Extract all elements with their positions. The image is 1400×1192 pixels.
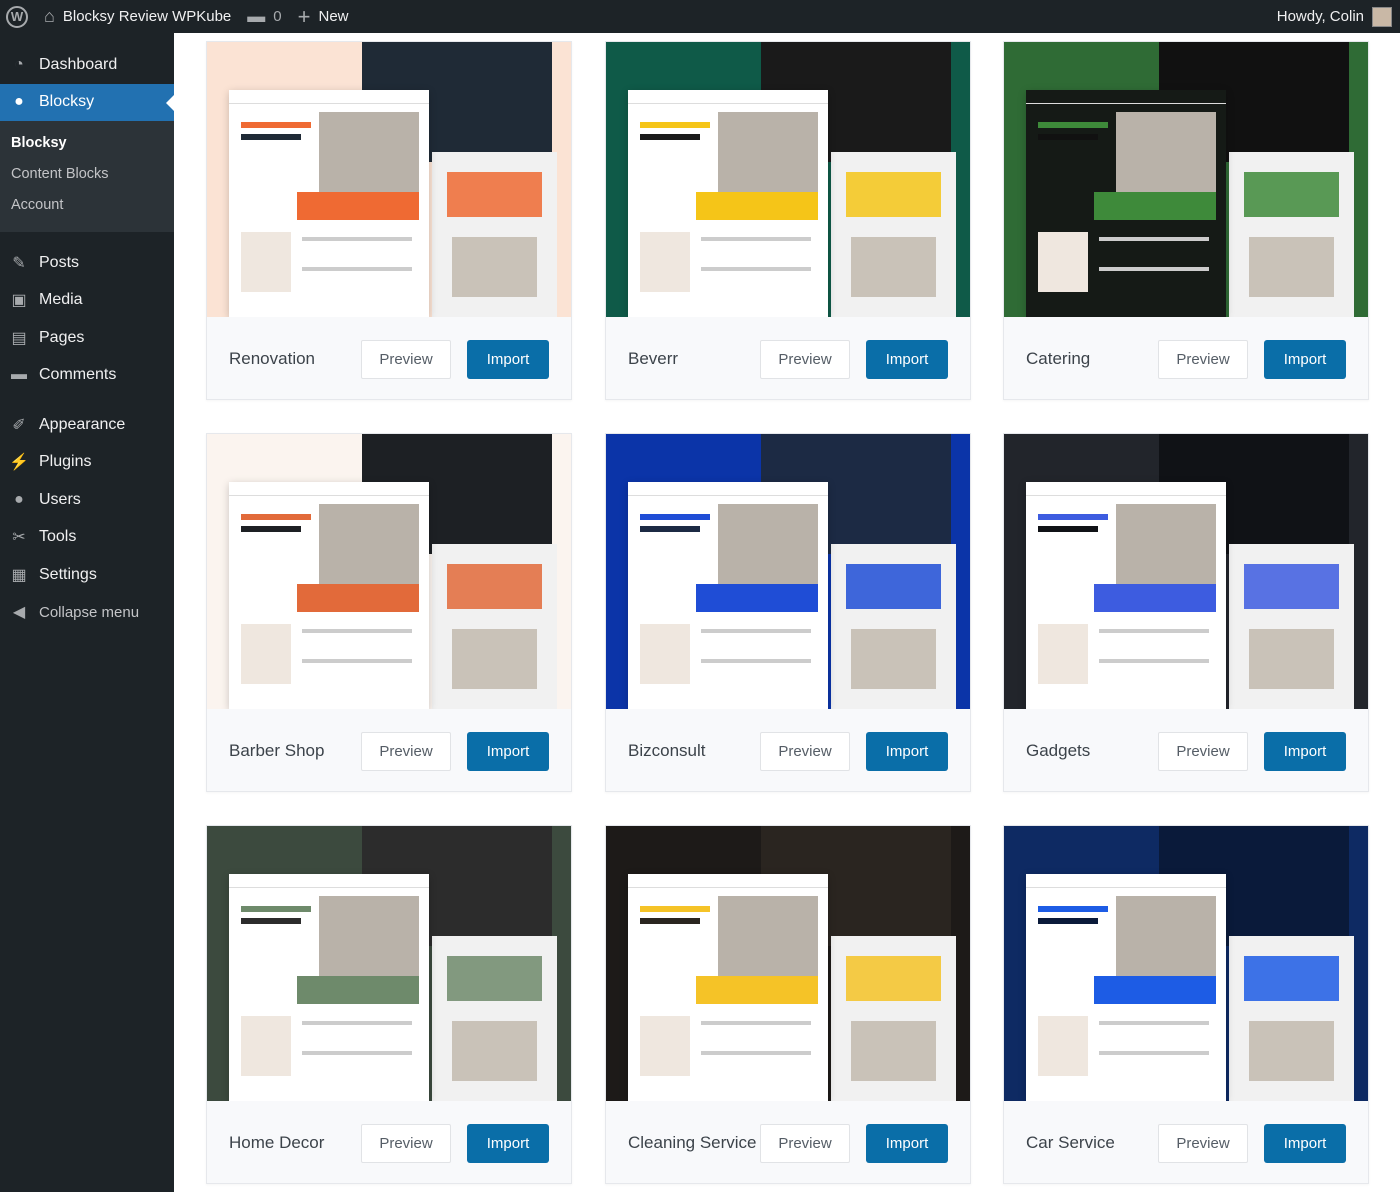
sidebar-item-blocksy[interactable]: ● Blocksy: [0, 83, 174, 121]
preview-button[interactable]: Preview: [361, 339, 451, 379]
preview-button[interactable]: Preview: [1158, 731, 1248, 771]
pages-icon: ▤: [11, 329, 27, 347]
starter-card: Cleaning Service Preview Import: [605, 825, 971, 1184]
preview-button[interactable]: Preview: [760, 1123, 850, 1163]
starter-card-footer: Cleaning Service Preview Import: [606, 1101, 970, 1185]
sidebar-item-appearance[interactable]: ✐ Appearance: [0, 406, 174, 444]
sidebar-item-tools[interactable]: ✂ Tools: [0, 519, 174, 557]
wrench-icon: ✂: [12, 529, 26, 547]
starter-name: Catering: [1026, 349, 1091, 368]
starter-card-footer: Beverr Preview Import: [606, 317, 970, 401]
sidebar-item-settings[interactable]: ▦ Settings: [0, 556, 174, 594]
import-button[interactable]: Import: [467, 731, 549, 771]
import-button[interactable]: Import: [467, 1123, 549, 1163]
import-button[interactable]: Import: [1264, 339, 1346, 379]
submenu-item-blocksy[interactable]: Blocksy: [0, 129, 174, 160]
starter-card: Home Decor Preview Import: [206, 825, 572, 1184]
avatar: [1372, 6, 1392, 27]
starter-card-footer: Car Service Preview Import: [1004, 1101, 1368, 1185]
admin-bar: W ⌂ Blocksy Review WPKube ▬ 0 + New Howdy, …: [0, 0, 1400, 33]
starter-card-footer: Bizconsult Preview Import: [606, 709, 970, 793]
wordpress-logo-icon[interactable]: W: [0, 0, 36, 33]
starter-card-footer: Home Decor Preview Import: [207, 1101, 571, 1185]
starter-card-footer: Renovation Preview Import: [207, 317, 571, 401]
import-button[interactable]: Import: [1264, 731, 1346, 771]
starter-preview-image[interactable]: [606, 434, 970, 709]
starter-name: Renovation: [229, 349, 316, 368]
blocksy-submenu: Blocksy Content Blocks Account: [0, 121, 174, 232]
sidebar-item-pages[interactable]: ▤ Pages: [0, 319, 174, 357]
users-icon: ●: [14, 490, 24, 508]
starter-card-footer: Catering Preview Import: [1004, 317, 1368, 401]
comment-icon: ▬: [11, 366, 27, 384]
preview-button[interactable]: Preview: [361, 1123, 451, 1163]
import-button[interactable]: Import: [1264, 1123, 1346, 1163]
preview-button[interactable]: Preview: [1158, 1123, 1248, 1163]
starter-preview-image[interactable]: [1004, 434, 1368, 709]
starter-card: Gadgets Preview Import: [1003, 433, 1369, 792]
starter-name: Cleaning Service: [628, 1133, 757, 1152]
import-button[interactable]: Import: [866, 1123, 948, 1163]
settings-icon: ▦: [11, 566, 27, 584]
starter-card: Car Service Preview Import: [1003, 825, 1369, 1184]
collapse-icon: ◀: [12, 604, 26, 622]
submenu-item-content-blocks[interactable]: Content Blocks: [0, 160, 174, 191]
preview-button[interactable]: Preview: [760, 339, 850, 379]
plus-icon: +: [297, 3, 311, 29]
starter-name: Beverr: [628, 349, 679, 368]
starter-preview-image[interactable]: [207, 826, 571, 1101]
submenu-item-account[interactable]: Account: [0, 191, 174, 222]
collapse-menu-button[interactable]: ◀ Collapse menu: [0, 594, 174, 632]
site-name-link[interactable]: ⌂ Blocksy Review WPKube: [36, 0, 239, 33]
comment-icon: ▬: [247, 6, 266, 26]
starter-name: Gadgets: [1026, 741, 1091, 760]
starter-card: Bizconsult Preview Import: [605, 433, 971, 792]
starter-preview-image[interactable]: [1004, 42, 1368, 317]
starter-card: Renovation Preview Import: [206, 41, 572, 400]
import-button[interactable]: Import: [866, 339, 948, 379]
media-icon: ▣: [11, 292, 27, 310]
sidebar-item-plugins[interactable]: ⚡ Plugins: [0, 444, 174, 482]
starter-name: Car Service: [1026, 1133, 1115, 1152]
starter-name: Barber Shop: [229, 741, 325, 760]
starter-preview-image[interactable]: [207, 434, 571, 709]
new-content-link[interactable]: + New: [290, 0, 357, 33]
brush-icon: ✐: [12, 416, 26, 434]
sidebar-item-media[interactable]: ▣ Media: [0, 282, 174, 320]
starter-card-footer: Barber Shop Preview Import: [207, 709, 571, 793]
starter-name: Bizconsult: [628, 741, 706, 760]
starter-card: Beverr Preview Import: [605, 41, 971, 400]
starter-card: Catering Preview Import: [1003, 41, 1369, 400]
admin-sidebar: ◔ Dashboard ● Blocksy Blocksy Content Blocks…: [0, 33, 174, 1192]
starter-sites-grid: Renovation Preview Import Beverr Preview…: [174, 33, 1400, 1192]
plugin-icon: ⚡: [9, 454, 29, 472]
preview-button[interactable]: Preview: [760, 731, 850, 771]
starter-preview-image[interactable]: [606, 42, 970, 317]
starter-preview-image[interactable]: [207, 42, 571, 317]
pin-icon: ✎: [12, 254, 26, 272]
sidebar-item-comments[interactable]: ▬ Comments: [0, 357, 174, 395]
sidebar-item-posts[interactable]: ✎ Posts: [0, 244, 174, 282]
import-button[interactable]: Import: [866, 731, 948, 771]
preview-button[interactable]: Preview: [1158, 339, 1248, 379]
starter-preview-image[interactable]: [606, 826, 970, 1101]
comments-link[interactable]: ▬ 0: [239, 0, 289, 33]
blocksy-icon: ●: [14, 93, 24, 111]
import-button[interactable]: Import: [467, 339, 549, 379]
starter-name: Home Decor: [229, 1133, 325, 1152]
starter-card: Barber Shop Preview Import: [206, 433, 572, 792]
sidebar-item-dashboard[interactable]: ◔ Dashboard: [0, 46, 174, 84]
starter-preview-image[interactable]: [1004, 826, 1368, 1101]
preview-button[interactable]: Preview: [361, 731, 451, 771]
sidebar-item-users[interactable]: ● Users: [0, 481, 174, 519]
starter-card-footer: Gadgets Preview Import: [1004, 709, 1368, 793]
account-menu[interactable]: Howdy, Colin: [1277, 0, 1392, 33]
home-icon: ⌂: [44, 6, 55, 26]
dashboard-icon: ◔: [14, 55, 24, 73]
